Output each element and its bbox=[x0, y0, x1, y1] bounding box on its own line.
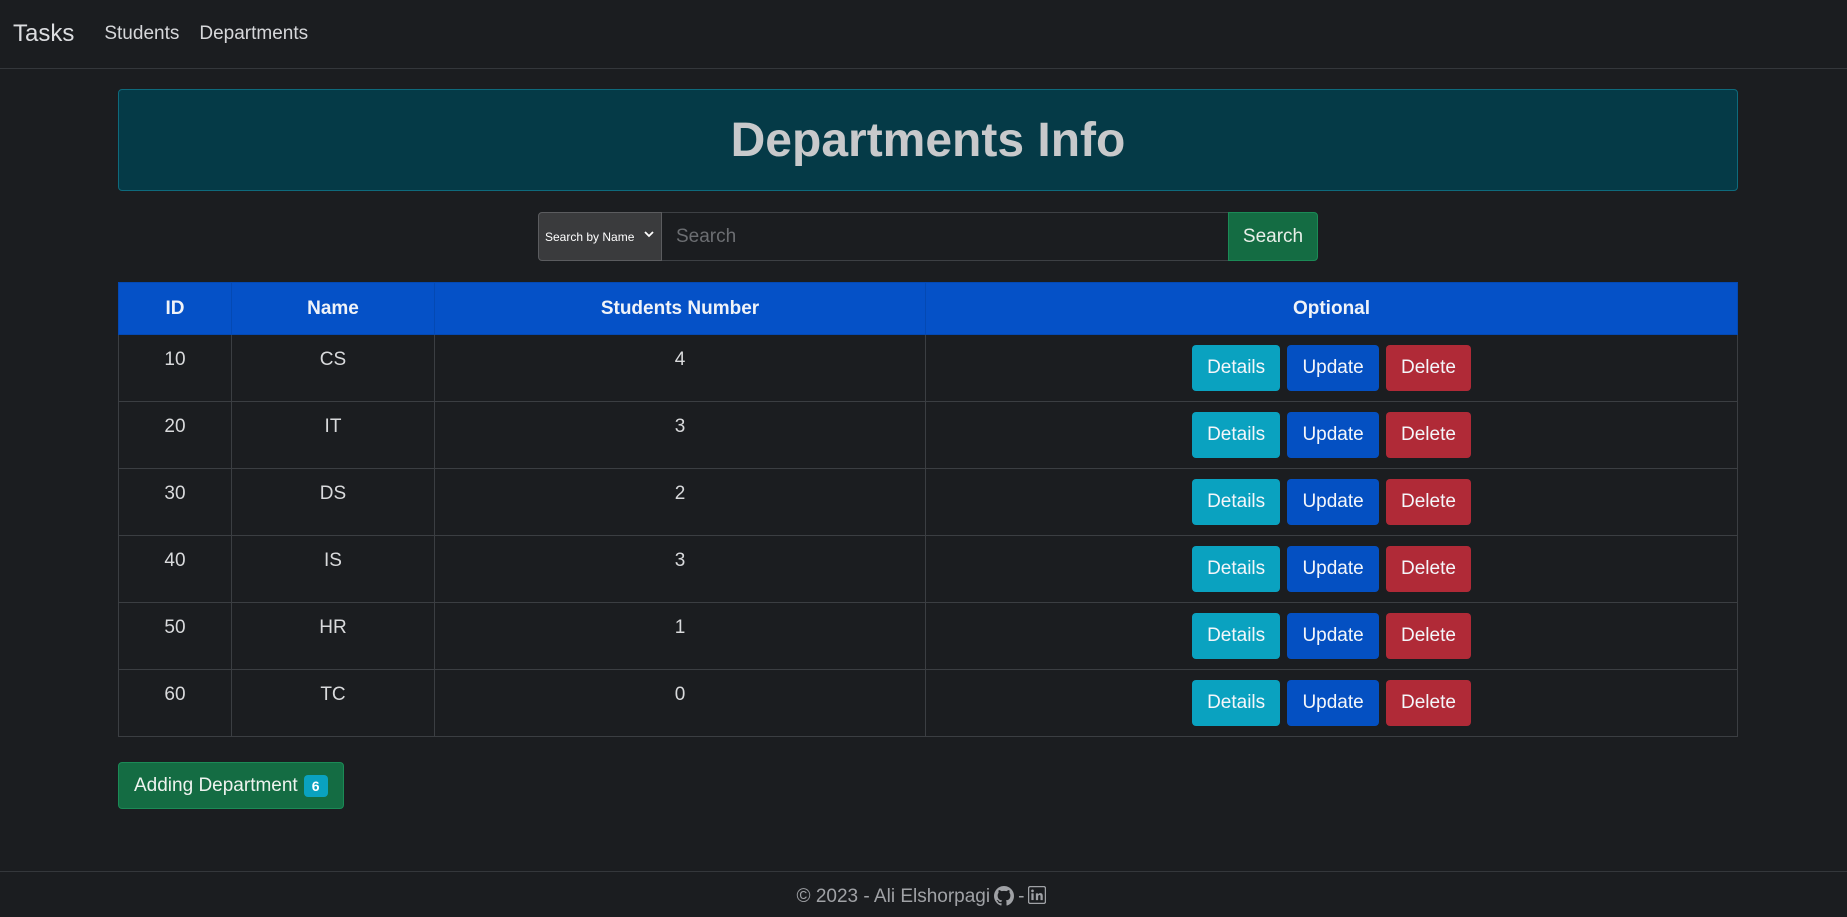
footer-separator: - bbox=[1018, 886, 1025, 907]
cell-id: 40 bbox=[118, 535, 232, 603]
header-id: ID bbox=[118, 282, 232, 335]
search-button[interactable]: Search bbox=[1228, 212, 1318, 261]
cell-actions: Details Update Delete bbox=[925, 535, 1738, 603]
cell-id: 10 bbox=[118, 334, 232, 402]
cell-id: 30 bbox=[118, 468, 232, 536]
page-title: Departments Info bbox=[730, 113, 1126, 167]
cell-actions: Details Update Delete bbox=[925, 401, 1738, 469]
details-button[interactable]: Details bbox=[1192, 345, 1281, 391]
details-button[interactable]: Details bbox=[1192, 479, 1281, 525]
chevron-down-icon bbox=[644, 231, 654, 238]
cell-name: HR bbox=[231, 602, 435, 670]
search-row: Search by Name Search bbox=[118, 212, 1738, 261]
details-button[interactable]: Details bbox=[1192, 546, 1281, 592]
delete-button[interactable]: Delete bbox=[1386, 680, 1471, 726]
cell-students: 4 bbox=[434, 334, 926, 402]
header-students-number: Students Number bbox=[434, 282, 926, 335]
add-department-label: Adding Department bbox=[134, 774, 298, 796]
cell-students: 0 bbox=[434, 669, 926, 737]
delete-button[interactable]: Delete bbox=[1386, 546, 1471, 592]
department-count-badge: 6 bbox=[303, 774, 328, 797]
nav-link-departments[interactable]: Departments bbox=[199, 23, 308, 45]
search-group: Search by Name Search bbox=[538, 212, 1318, 261]
cell-actions: Details Update Delete bbox=[925, 669, 1738, 737]
brand-link[interactable]: Tasks bbox=[13, 20, 74, 48]
search-type-select[interactable]: Search by Name bbox=[538, 212, 662, 261]
update-button[interactable]: Update bbox=[1287, 412, 1379, 458]
update-button[interactable]: Update bbox=[1287, 613, 1379, 659]
table-row: 40 IS 3 Details Update Delete bbox=[118, 535, 1738, 603]
details-button[interactable]: Details bbox=[1192, 412, 1281, 458]
delete-button[interactable]: Delete bbox=[1386, 479, 1471, 525]
search-type-value: Search by Name bbox=[545, 229, 635, 244]
cell-name: CS bbox=[231, 334, 435, 402]
cell-name: IT bbox=[231, 401, 435, 469]
cell-students: 3 bbox=[434, 401, 926, 469]
table-row: 10 CS 4 Details Update Delete bbox=[118, 334, 1738, 402]
add-department-button[interactable]: Adding Department 6 bbox=[118, 762, 344, 809]
delete-button[interactable]: Delete bbox=[1386, 412, 1471, 458]
table-row: 30 DS 2 Details Update Delete bbox=[118, 468, 1738, 536]
table-header-row: ID Name Students Number Optional bbox=[118, 282, 1738, 335]
cell-id: 20 bbox=[118, 401, 232, 469]
navbar: Tasks Students Departments bbox=[0, 0, 1847, 69]
cell-students: 2 bbox=[434, 468, 926, 536]
update-button[interactable]: Update bbox=[1287, 479, 1379, 525]
page-header: Departments Info bbox=[118, 89, 1738, 191]
table-row: 60 TC 0 Details Update Delete bbox=[118, 669, 1738, 737]
cell-students: 1 bbox=[434, 602, 926, 670]
header-optional: Optional bbox=[925, 282, 1738, 335]
cell-actions: Details Update Delete bbox=[925, 468, 1738, 536]
header-name: Name bbox=[231, 282, 435, 335]
update-button[interactable]: Update bbox=[1287, 345, 1379, 391]
departments-table: ID Name Students Number Optional 10 CS 4… bbox=[118, 282, 1738, 737]
update-button[interactable]: Update bbox=[1287, 546, 1379, 592]
table-row: 50 HR 1 Details Update Delete bbox=[118, 602, 1738, 670]
cell-id: 50 bbox=[118, 602, 232, 670]
github-icon[interactable] bbox=[994, 886, 1015, 906]
footer: © 2023 - Ali Elshorpagi - bbox=[0, 871, 1847, 917]
nav-link-students[interactable]: Students bbox=[104, 23, 179, 45]
linkedin-icon[interactable] bbox=[1028, 886, 1047, 904]
search-input[interactable] bbox=[662, 212, 1228, 261]
details-button[interactable]: Details bbox=[1192, 613, 1281, 659]
cell-name: TC bbox=[231, 669, 435, 737]
details-button[interactable]: Details bbox=[1192, 680, 1281, 726]
cell-actions: Details Update Delete bbox=[925, 602, 1738, 670]
cell-actions: Details Update Delete bbox=[925, 334, 1738, 402]
footer-copyright: © 2023 - Ali Elshorpagi bbox=[796, 886, 991, 907]
table-row: 20 IT 3 Details Update Delete bbox=[118, 401, 1738, 469]
cell-name: IS bbox=[231, 535, 435, 603]
main-container: Departments Info Search by Name Search I… bbox=[118, 89, 1738, 737]
update-button[interactable]: Update bbox=[1287, 680, 1379, 726]
delete-button[interactable]: Delete bbox=[1386, 345, 1471, 391]
cell-students: 3 bbox=[434, 535, 926, 603]
cell-name: DS bbox=[231, 468, 435, 536]
cell-id: 60 bbox=[118, 669, 232, 737]
delete-button[interactable]: Delete bbox=[1386, 613, 1471, 659]
